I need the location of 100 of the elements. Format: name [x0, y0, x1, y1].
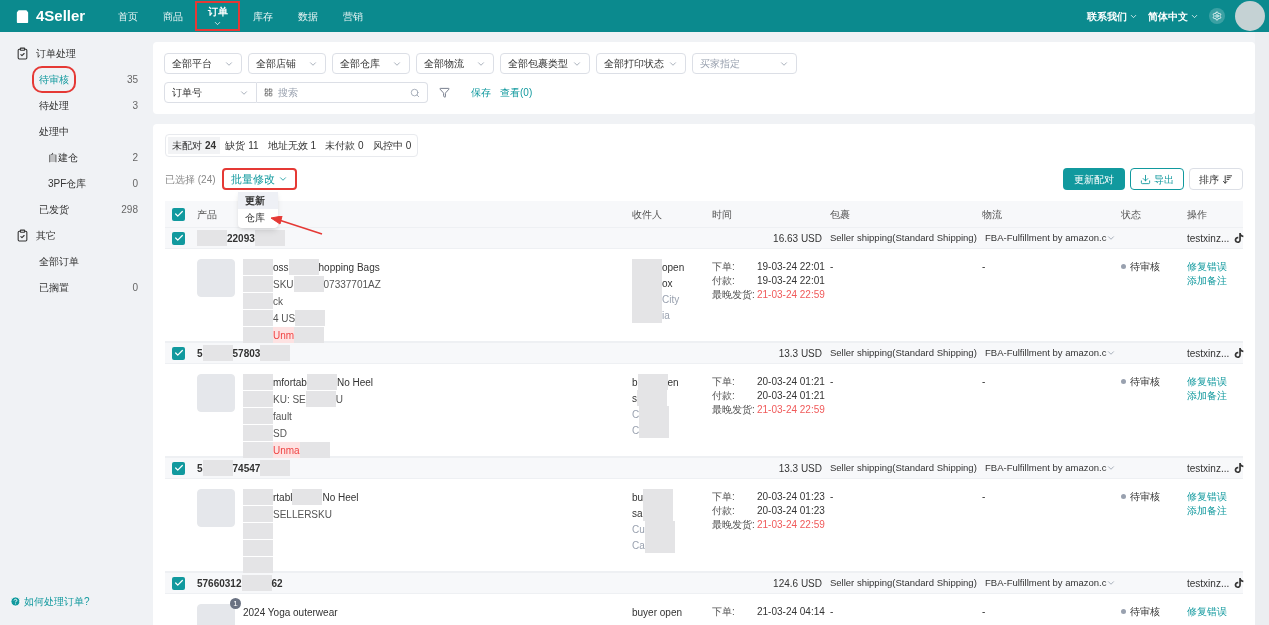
status-tab[interactable]: 地址无效 1: [263, 137, 321, 154]
redaction-block: [243, 540, 273, 556]
settings-icon[interactable]: [1209, 8, 1225, 24]
save-link[interactable]: 保存: [471, 85, 491, 100]
search-type-select[interactable]: 订单号: [164, 82, 257, 103]
text-fragment: SD: [273, 426, 287, 441]
redaction-block: [637, 374, 668, 390]
clipboard-icon: [16, 228, 29, 242]
filter-dropdown[interactable]: 全部打印状态: [596, 53, 686, 74]
checkbox[interactable]: [172, 207, 185, 221]
time-label: 最晚发货:: [712, 287, 756, 302]
logistics-select[interactable]: FBA-Fulfillment by amazon.c: [982, 460, 1117, 476]
redaction-block: [293, 276, 324, 292]
action-link[interactable]: 修复错误: [1187, 259, 1227, 273]
time-value: 20-03-24 01:21: [757, 374, 825, 389]
nav-tab[interactable]: 商品: [150, 1, 196, 31]
text-fragment: Ca: [632, 538, 645, 553]
column-header: 物流: [982, 207, 1002, 222]
sidebar-item[interactable]: 已发货 298: [0, 196, 150, 222]
filter-dropdown[interactable]: 全部店铺: [248, 53, 326, 74]
nav-tab[interactable]: 数据: [285, 1, 331, 31]
action-link[interactable]: 修复错误: [1187, 604, 1227, 618]
redaction-block: [632, 307, 662, 323]
status-tab[interactable]: 未配对 24: [168, 137, 221, 154]
action-link[interactable]: 添加备注: [1187, 503, 1227, 517]
status-tab[interactable]: 缺货 11: [221, 137, 263, 154]
filter-dropdown[interactable]: 全部物流: [416, 53, 494, 74]
time-value: 21-03-24 22:59: [757, 517, 825, 532]
action-link[interactable]: 添加备注: [1187, 388, 1227, 402]
export-button[interactable]: 导出: [1130, 168, 1184, 190]
logistics-select[interactable]: FBA-Fulfillment by amazon.c: [982, 230, 1117, 246]
sidebar-item[interactable]: 待处理 3: [0, 92, 150, 118]
shipping-method: Seller shipping(Standard Shipping): [830, 575, 977, 590]
text-fragment: Unma: [273, 443, 300, 458]
order-amount: 16.63 USD: [773, 231, 822, 246]
product-photo-placeholder: [197, 259, 235, 297]
checkbox[interactable]: [172, 231, 185, 245]
scrollbar[interactable]: [1255, 32, 1269, 625]
package-value: -: [830, 605, 834, 619]
time-label: 最晚发货:: [712, 517, 756, 532]
checkbox[interactable]: [172, 576, 185, 590]
chevron-down-icon: [1106, 578, 1117, 588]
bulk-edit-dropdown[interactable]: 批量修改: [221, 168, 297, 190]
text-fragment: KU: SE: [273, 392, 306, 407]
text-fragment: b: [632, 375, 638, 390]
action-link[interactable]: 添加备注: [1187, 273, 1227, 287]
logistics-select[interactable]: FBA-Fulfillment by amazon.c: [982, 345, 1117, 361]
action-link[interactable]: 修复错误: [1187, 374, 1227, 388]
time-label: 下单:: [712, 604, 736, 619]
time-value: 20-03-24 01:23: [757, 503, 825, 518]
time-label: 最晚发货:: [712, 402, 756, 417]
sidebar-item[interactable]: 已搁置 0: [0, 274, 150, 300]
text-fragment: Unm: [273, 328, 295, 343]
order-amount: 124.6 USD: [773, 576, 822, 591]
nav-tab[interactable]: 首页: [105, 1, 151, 31]
checkbox[interactable]: [172, 461, 185, 475]
redaction-block: [243, 259, 273, 275]
status-tab[interactable]: 未付款 0: [321, 137, 368, 154]
status-tab[interactable]: 风控中 0: [368, 137, 416, 154]
time-value: 20-03-24 01:23: [757, 489, 825, 504]
text-fragment: buyer open: [632, 605, 683, 620]
order-amount: 13.3 USD: [778, 346, 822, 361]
sort-button[interactable]: 排序: [1189, 168, 1243, 190]
header-dropdown[interactable]: 联系我们: [1087, 8, 1138, 24]
redaction-block: [254, 230, 285, 246]
sidebar-item[interactable]: 全部订单: [0, 248, 150, 274]
text-fragment: SKU: [273, 277, 294, 292]
quantity-badge: 1: [230, 598, 241, 609]
sidebar-item[interactable]: 处理中: [0, 118, 150, 144]
filter-dropdown[interactable]: 全部平台: [164, 53, 242, 74]
nav-tab[interactable]: 库存: [240, 1, 286, 31]
redaction-block: [292, 489, 323, 505]
redaction-block: [305, 391, 336, 407]
text-fragment: hopping Bags: [318, 260, 380, 275]
filter-dropdown[interactable]: 全部仓库: [332, 53, 410, 74]
filter-dropdown[interactable]: 全部包裹类型: [500, 53, 590, 74]
redaction-block: [243, 523, 273, 539]
filter-icon[interactable]: [439, 87, 450, 98]
sidebar-item[interactable]: 自建仓 2: [0, 144, 150, 170]
redaction-block: [243, 425, 273, 441]
action-link[interactable]: 修复错误: [1187, 489, 1227, 503]
nav-tab[interactable]: 营销: [330, 1, 376, 31]
sidebar-item[interactable]: 3PF仓库 0: [0, 170, 150, 196]
time-label: 付款:: [712, 273, 736, 288]
menu-item[interactable]: 更新: [238, 192, 278, 209]
logistics-select[interactable]: FBA-Fulfillment by amazon.c: [982, 575, 1117, 591]
avatar[interactable]: [1235, 1, 1265, 31]
view-link[interactable]: 查看(0): [500, 85, 533, 100]
text-fragment: C: [632, 423, 640, 438]
sidebar-item[interactable]: 待审核 35: [0, 66, 150, 92]
package-value: -: [830, 375, 834, 389]
tiktok-icon: [1234, 578, 1244, 588]
header-dropdown[interactable]: 简体中文: [1148, 8, 1199, 24]
menu-item[interactable]: 仓库: [238, 209, 278, 226]
tiktok-icon: [1234, 233, 1244, 243]
nav-tab[interactable]: 订单: [195, 1, 241, 31]
package-value: -: [830, 260, 834, 274]
checkbox[interactable]: [172, 346, 185, 360]
annotation-arrow: [271, 216, 323, 236]
help-icon: [10, 596, 21, 607]
